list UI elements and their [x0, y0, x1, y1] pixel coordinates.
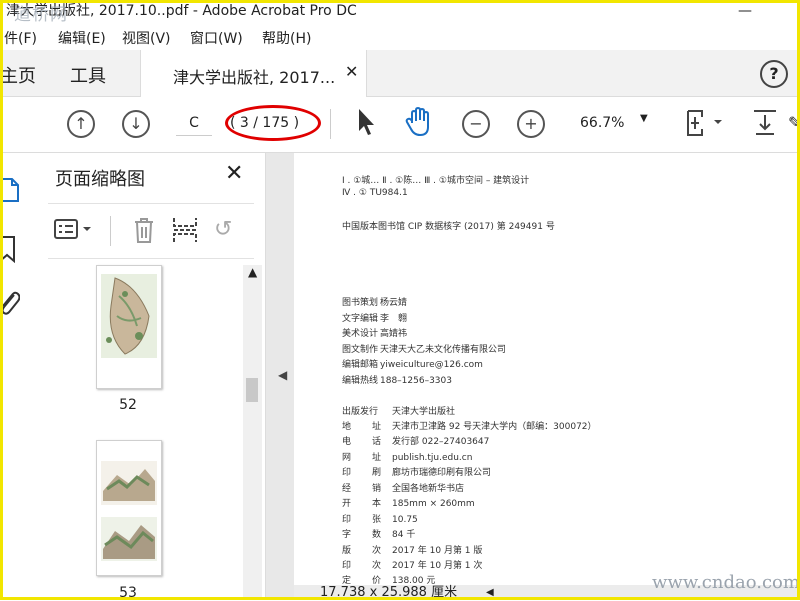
zoom-level[interactable]: 66.7%	[580, 111, 624, 135]
publish-row: 出版发行 天津大学出版社	[342, 407, 456, 417]
status-scroll-left-icon[interactable]: ◀	[486, 585, 494, 600]
menu-bar: 件(F) 编辑(E) 视图(V) 窗口(W) 帮助(H)	[0, 26, 800, 50]
rotate-page-icon[interactable]: ↺	[214, 217, 232, 242]
bookmarks-icon[interactable]	[0, 235, 18, 268]
pdf-page: Ⅰ . ①城… Ⅱ . ①陈… Ⅲ . ①城市空间 – 建筑设计 Ⅳ . ① T…	[294, 153, 800, 586]
navigation-rail	[0, 153, 39, 600]
panel-toolbar: ↺	[48, 203, 254, 259]
menu-view[interactable]: 视图(V)	[122, 28, 171, 48]
thumbnail-label-52: 52	[119, 397, 137, 413]
thumbnails-panel: 页面缩略图 ✕ ↺ 52 53 ▲	[38, 153, 266, 601]
menu-help[interactable]: 帮助(H)	[262, 28, 311, 48]
red-highlight-ellipse	[225, 105, 321, 141]
collapse-panel-icon[interactable]: ◀	[278, 368, 287, 382]
watermark-top: 道桥网	[14, 5, 68, 25]
tab-home[interactable]: 主页	[0, 62, 36, 88]
cip-line-1: Ⅰ . ①城… Ⅱ . ①陈… Ⅲ . ①城市空间 – 建筑设计	[342, 176, 530, 186]
scroll-up-icon[interactable]: ▲	[248, 265, 257, 279]
publish-row: 字 数 84 千	[342, 530, 416, 540]
thumbnail-53-image	[101, 461, 157, 561]
credit-row: 图文制作 天津天大乙未文化传播有限公司	[342, 345, 507, 355]
title-bar: 津大学出版社, 2017.10..pdf - Adobe Acrobat Pro…	[0, 0, 800, 26]
previous-page-icon[interactable]: ↑	[67, 110, 95, 138]
credit-row: 图书策划 杨云婧	[342, 298, 408, 308]
credit-row: 编辑热线 188–1256–3303	[342, 376, 452, 386]
thumbnail-options-icon[interactable]	[54, 218, 94, 245]
publish-row: 开 本 185mm × 260mm	[342, 499, 475, 509]
publish-row: 印 张 10.75	[342, 515, 418, 525]
fit-page-icon[interactable]	[686, 107, 726, 143]
page-size: 17.738 x 25.988 厘米	[320, 585, 458, 600]
publish-row: 经 销全国各地新华书店	[342, 484, 465, 494]
zoom-out-icon[interactable]: −	[462, 110, 490, 138]
menu-window[interactable]: 窗口(W)	[190, 28, 243, 48]
scroll-mode-icon[interactable]	[752, 107, 778, 143]
panel-title: 页面缩略图	[55, 169, 145, 190]
insert-page-icon[interactable]	[172, 216, 198, 249]
credit-row: 文字编辑李 翱	[342, 314, 408, 324]
hand-tool-icon[interactable]	[404, 105, 436, 143]
toolbar-divider	[330, 109, 331, 139]
scrollbar-thumb[interactable]	[246, 378, 258, 402]
thumbnail-label-53: 53	[119, 585, 137, 601]
help-icon[interactable]: ?	[760, 60, 788, 88]
publish-row: 版 次 2017 年 10 月第 1 版	[342, 546, 483, 556]
panel-close-icon[interactable]: ✕	[225, 161, 243, 186]
tab-document[interactable]: 津大学出版社, 2017... ✕	[140, 50, 367, 97]
credit-row: 编辑邮箱 yiweiculture@126.com	[342, 360, 483, 370]
tab-bar: 主页 工具 津大学出版社, 2017... ✕ ?	[0, 50, 800, 97]
tab-document-title: 津大学出版社, 2017...	[173, 68, 336, 87]
publish-row: 印 刷廊坊市瑞德印刷有限公司	[342, 468, 492, 478]
next-page-icon[interactable]: ↓	[122, 110, 150, 138]
cip-line-3: 中国版本图书馆 CIP 数据核字 (2017) 第 249491 号	[342, 222, 555, 232]
tab-tools[interactable]: 工具	[70, 62, 106, 88]
zoom-dropdown-icon[interactable]: ▼	[640, 113, 648, 124]
publish-row: 电 话发行部 022–27403647	[342, 437, 490, 447]
thumbnail-page-53[interactable]	[96, 440, 162, 576]
thumbnail-52-image	[101, 274, 157, 358]
zoom-in-icon[interactable]: +	[517, 110, 545, 138]
publish-row: 地 址天津市卫津路 92 号天津大学内（邮编：300072）	[342, 422, 597, 432]
publish-row: 印 次 2017 年 10 月第 1 次	[342, 561, 483, 571]
page-number-input[interactable]: C	[176, 111, 212, 136]
credit-row: 美术设计 高婧祎	[342, 329, 408, 339]
delete-page-icon[interactable]	[132, 216, 156, 249]
publish-row: 网 址 publish.tju.edu.cn	[342, 453, 473, 463]
thumbnail-scrollbar[interactable]	[243, 265, 262, 600]
minimize-button[interactable]: —	[738, 0, 752, 22]
select-cursor-icon[interactable]	[355, 107, 377, 141]
panel-divider	[110, 216, 111, 246]
thumbnail-page-52[interactable]	[96, 265, 162, 389]
menu-edit[interactable]: 编辑(E)	[58, 28, 106, 48]
attachments-icon[interactable]	[0, 289, 21, 322]
edit-pen-icon[interactable]: ✎	[788, 113, 800, 132]
cip-line-2: Ⅳ . ① TU984.1	[342, 188, 408, 198]
menu-file[interactable]: 件(F)	[4, 28, 37, 48]
watermark-bottom: www.cndao.com	[652, 572, 800, 593]
tab-close-icon[interactable]: ✕	[345, 62, 358, 81]
toolbar: ↑ ↓ C ( 3 / 175 ) − + 66.7% ▼ ✎	[0, 97, 800, 153]
page-thumbnails-icon[interactable]	[0, 177, 22, 208]
